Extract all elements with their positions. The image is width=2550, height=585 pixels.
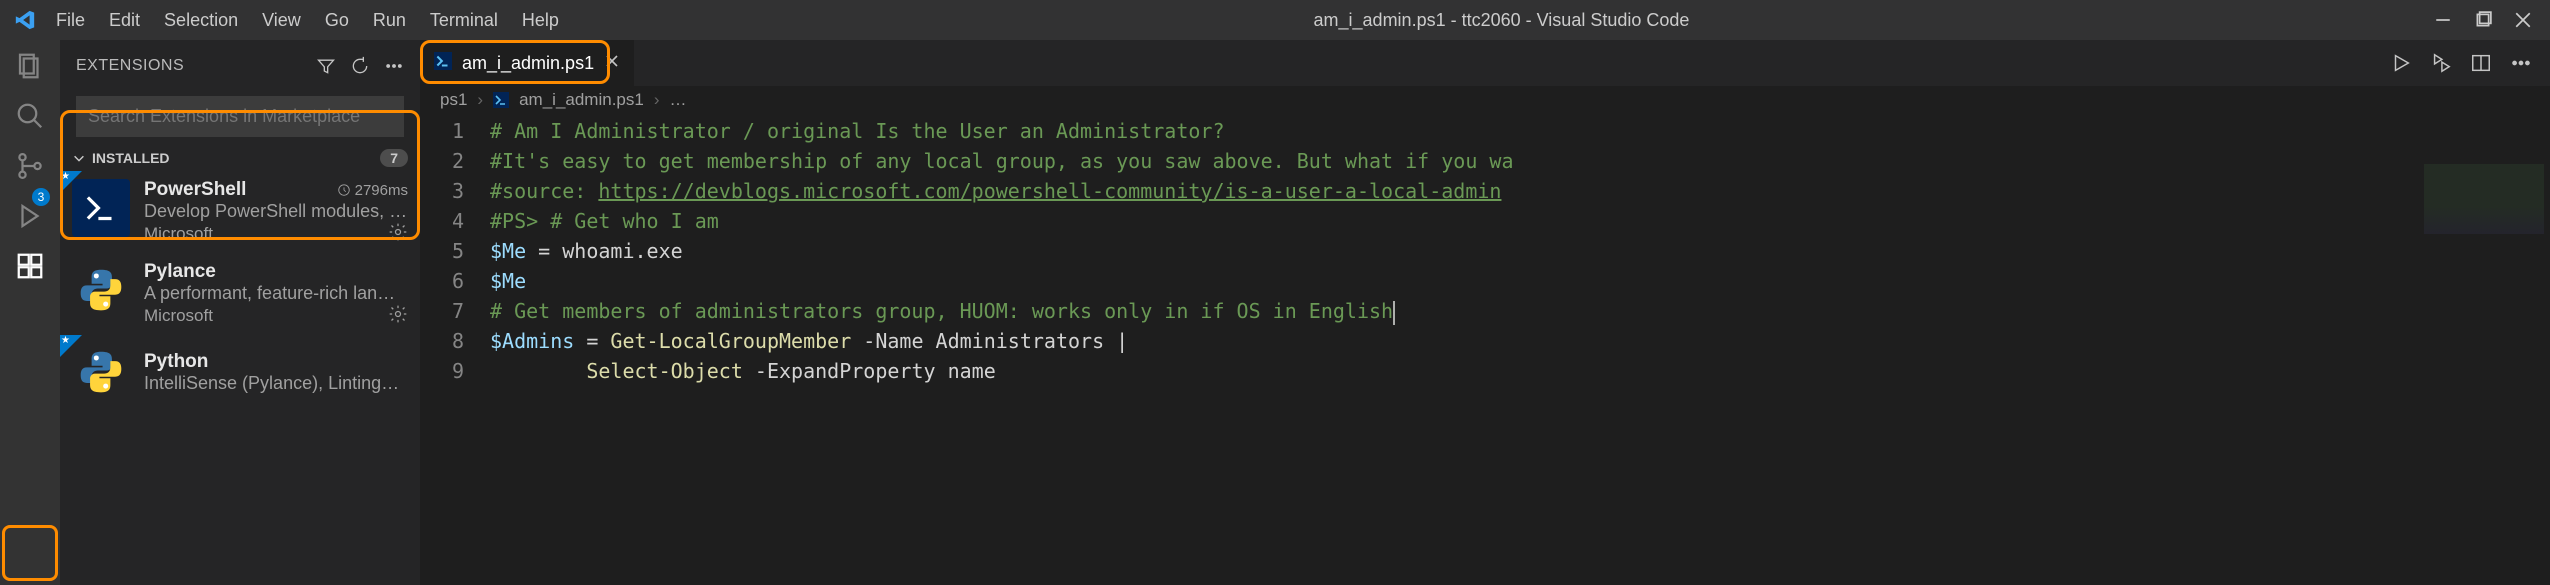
- filter-icon[interactable]: [316, 56, 336, 76]
- ext-publisher: Microsoft: [144, 306, 388, 326]
- window-controls: [2434, 11, 2532, 29]
- chevron-down-icon: [72, 151, 86, 165]
- tab-label: am_i_admin.ps1: [462, 53, 594, 74]
- breadcrumb[interactable]: ps1 › am_i_admin.ps1 › …: [420, 86, 2550, 114]
- clear-icon[interactable]: [384, 56, 404, 76]
- search-input[interactable]: [76, 96, 404, 137]
- close-icon[interactable]: [604, 53, 620, 74]
- ext-desc: Develop PowerShell modules, …: [144, 201, 408, 222]
- gear-icon[interactable]: [388, 222, 408, 245]
- split-editor-icon[interactable]: [2470, 52, 2492, 74]
- extensions-icon[interactable]: [14, 250, 46, 282]
- line-numbers: 123456789: [420, 116, 490, 585]
- extensions-highlight: [2, 525, 58, 581]
- search-icon[interactable]: [14, 100, 46, 132]
- editor-area: am_i_admin.ps1 ps1 › am_i_admin.ps1 › … …: [420, 40, 2550, 585]
- extension-powershell[interactable]: PowerShell 2796ms Develop PowerShell mod…: [60, 171, 420, 253]
- sidebar-title: EXTENSIONS: [76, 57, 306, 75]
- recommended-badge: [60, 335, 82, 357]
- ext-load-time: 2796ms: [337, 182, 408, 199]
- powershell-file-icon: [493, 92, 509, 108]
- breadcrumb-part[interactable]: …: [670, 90, 687, 110]
- breadcrumb-part[interactable]: ps1: [440, 90, 467, 110]
- minimap[interactable]: [2424, 164, 2544, 234]
- menu-file[interactable]: File: [46, 4, 95, 37]
- extensions-sidebar: EXTENSIONS INSTALLED 7 PowerShell: [60, 40, 420, 585]
- refresh-icon[interactable]: [350, 56, 370, 76]
- menu-terminal[interactable]: Terminal: [420, 4, 508, 37]
- run-icon[interactable]: [2390, 52, 2412, 74]
- run-below-icon[interactable]: [2430, 52, 2452, 74]
- more-icon[interactable]: [2510, 52, 2532, 74]
- recommended-badge: [60, 171, 82, 193]
- ext-name: PowerShell: [144, 179, 337, 201]
- menu-help[interactable]: Help: [512, 4, 569, 37]
- section-label: INSTALLED: [92, 150, 170, 166]
- editor-tabs: am_i_admin.ps1: [420, 40, 2550, 86]
- menu-edit[interactable]: Edit: [99, 4, 150, 37]
- clock-icon: [337, 183, 351, 197]
- explorer-icon[interactable]: [14, 50, 46, 82]
- menu-run[interactable]: Run: [363, 4, 416, 37]
- close-icon[interactable]: [2514, 11, 2532, 29]
- maximize-icon[interactable]: [2474, 11, 2492, 29]
- ext-name: Pylance: [144, 261, 408, 283]
- code-editor[interactable]: 123456789 # Am I Administrator / origina…: [420, 114, 2550, 585]
- pylance-ext-icon: [72, 261, 130, 319]
- ext-desc: A performant, feature-rich lan…: [144, 283, 408, 304]
- source-control-badge: 3: [32, 188, 50, 206]
- breadcrumb-part[interactable]: am_i_admin.ps1: [519, 90, 644, 110]
- code-content[interactable]: # Am I Administrator / original Is the U…: [490, 116, 2550, 585]
- tab-am-i-admin[interactable]: am_i_admin.ps1: [420, 40, 634, 86]
- ext-name: Python: [144, 351, 408, 373]
- installed-section-header[interactable]: INSTALLED 7: [60, 145, 420, 171]
- ext-desc: IntelliSense (Pylance), Linting…: [144, 373, 408, 394]
- titlebar: File Edit Selection View Go Run Terminal…: [0, 0, 2550, 40]
- main-menu: File Edit Selection View Go Run Terminal…: [46, 4, 569, 37]
- menu-view[interactable]: View: [252, 4, 311, 37]
- chevron-right-icon: ›: [654, 90, 660, 110]
- extension-pylance[interactable]: Pylance A performant, feature-rich lan… …: [60, 253, 420, 335]
- window-title: am_i_admin.ps1 - ttc2060 - Visual Studio…: [569, 10, 2434, 31]
- gear-icon[interactable]: [388, 304, 408, 327]
- menu-go[interactable]: Go: [315, 4, 359, 37]
- vscode-logo-icon: [14, 9, 36, 31]
- chevron-right-icon: ›: [477, 90, 483, 110]
- minimize-icon[interactable]: [2434, 11, 2452, 29]
- extension-python[interactable]: Python IntelliSense (Pylance), Linting…: [60, 335, 420, 409]
- activitybar: 3: [0, 40, 60, 585]
- powershell-file-icon: [434, 52, 452, 75]
- menu-selection[interactable]: Selection: [154, 4, 248, 37]
- section-count: 7: [380, 149, 408, 167]
- ext-publisher: Microsoft: [144, 224, 388, 244]
- source-control-icon[interactable]: [14, 150, 46, 182]
